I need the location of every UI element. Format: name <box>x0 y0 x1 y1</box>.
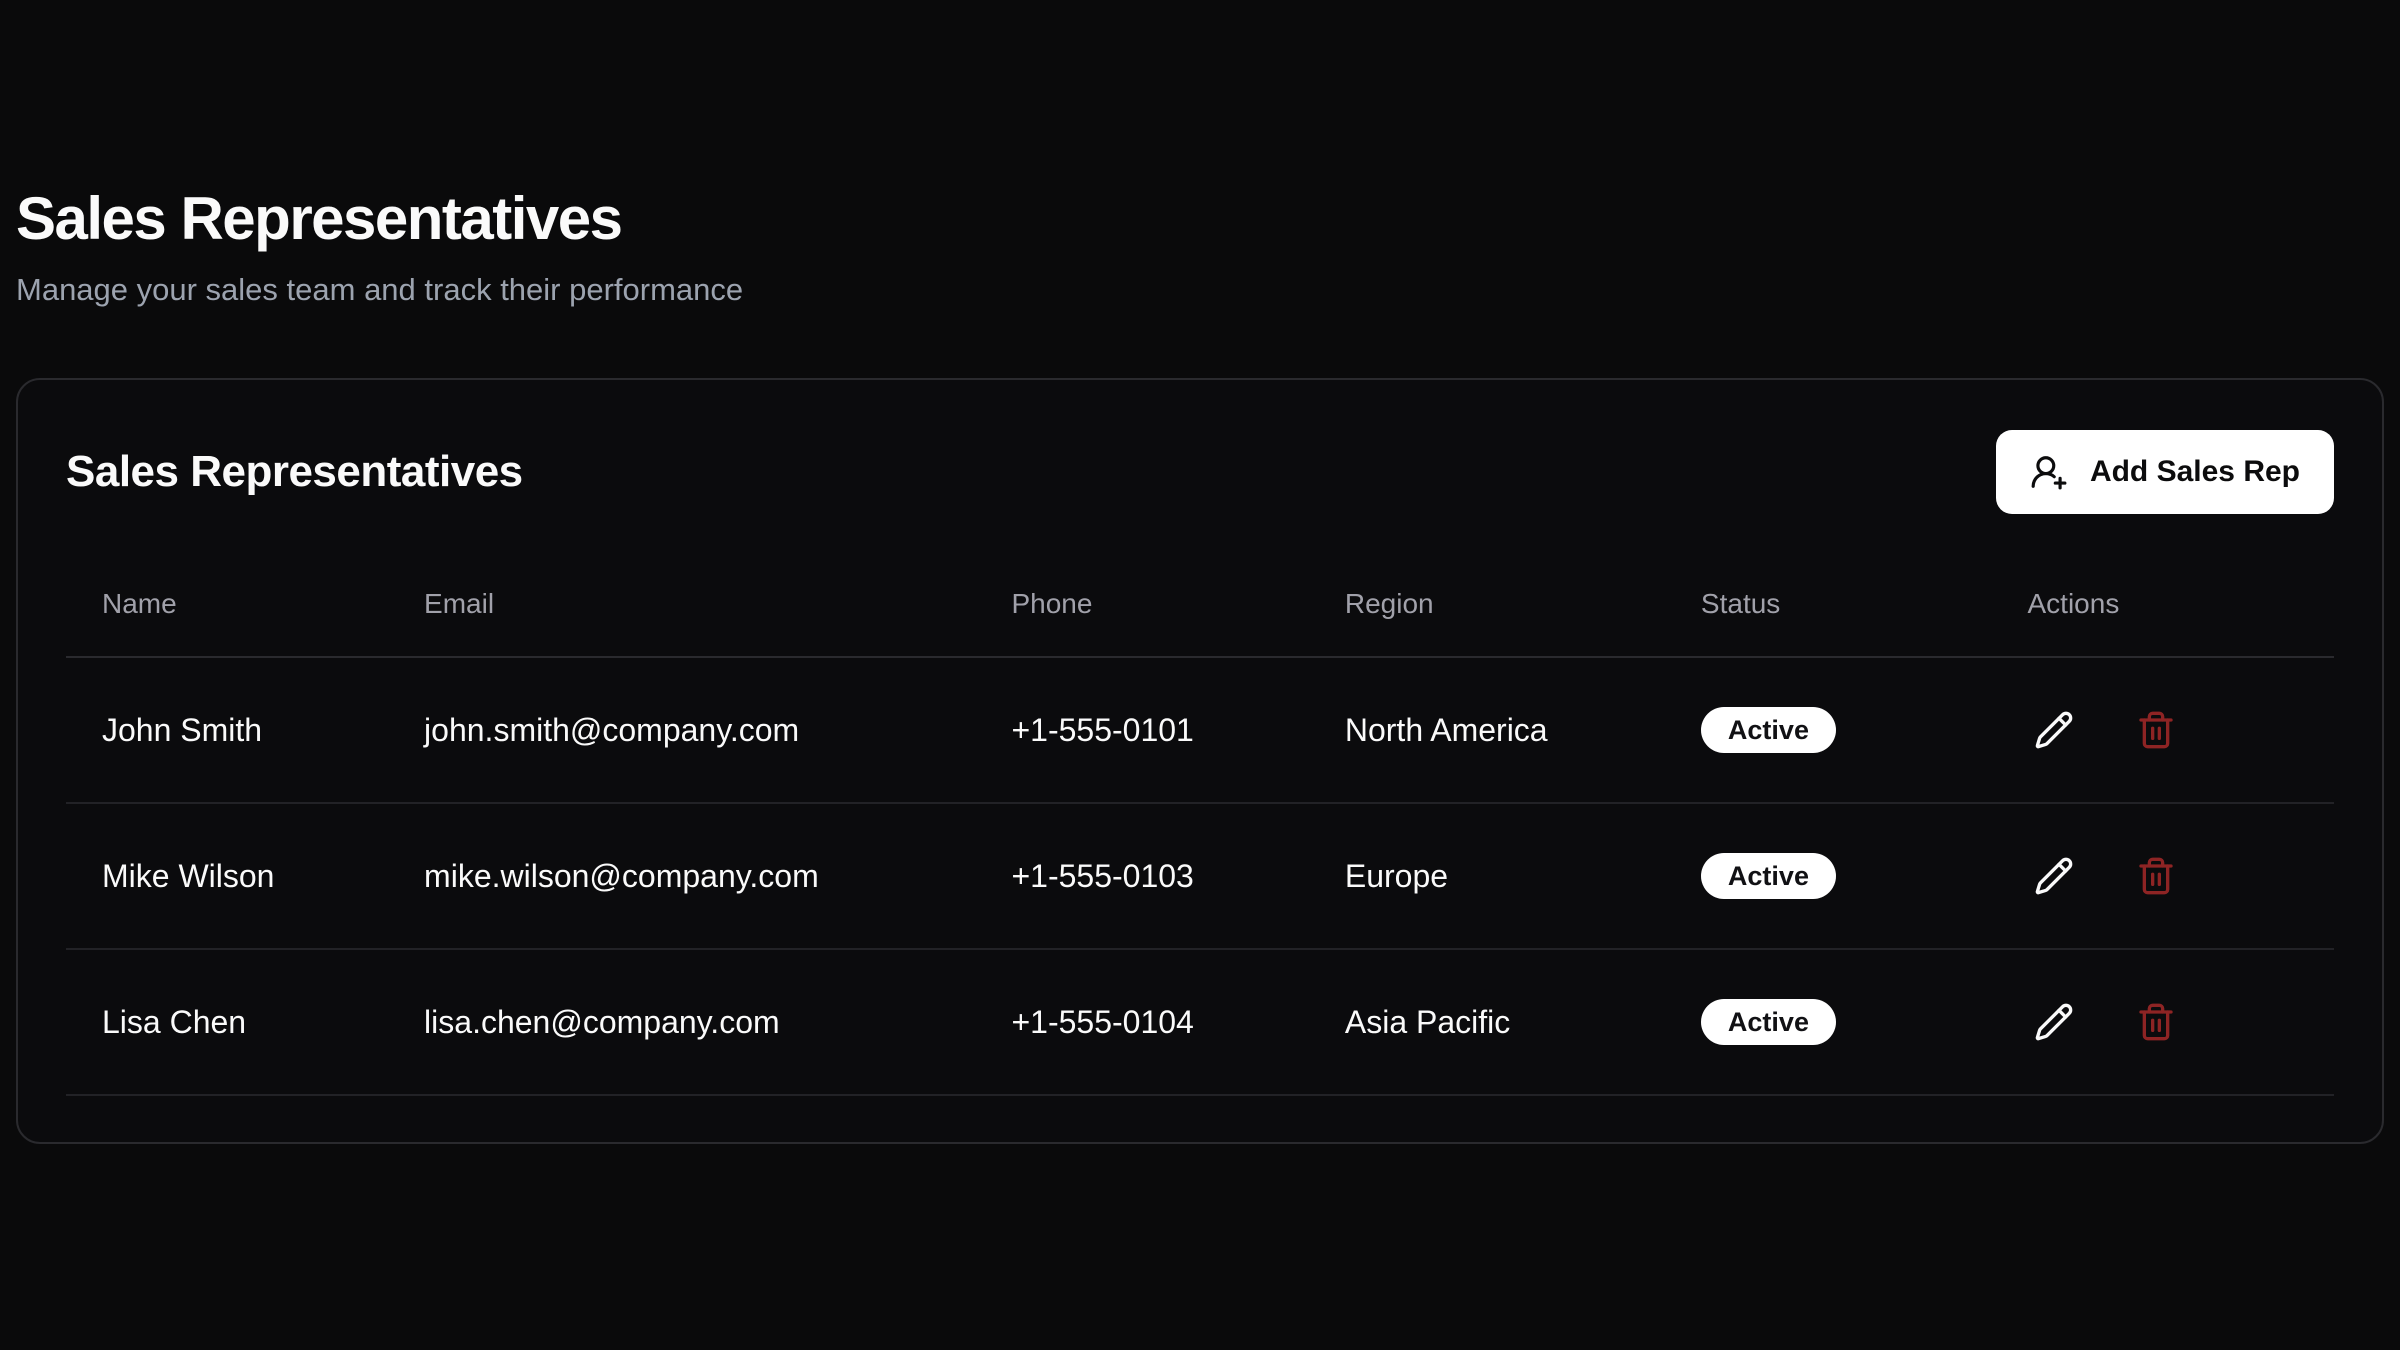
column-header-email: Email <box>388 514 975 657</box>
cell-region: Asia Pacific <box>1309 949 1665 1095</box>
cell-email: lisa.chen@company.com <box>388 949 975 1095</box>
pencil-icon <box>2034 1002 2074 1042</box>
edit-button[interactable] <box>2034 1002 2074 1042</box>
sales-reps-table: Name Email Phone Region Status Actions J… <box>66 514 2334 1096</box>
table-body: John Smith john.smith@company.com +1-555… <box>66 657 2334 1095</box>
trash-icon <box>2136 1002 2176 1042</box>
status-badge: Active <box>1701 707 1836 753</box>
table-row: Mike Wilson mike.wilson@company.com +1-5… <box>66 803 2334 949</box>
cell-name: Mike Wilson <box>66 803 388 949</box>
actions-wrap <box>2028 710 2311 750</box>
page: Sales Representatives Manage your sales … <box>0 0 2400 1144</box>
page-title: Sales Representatives <box>16 186 2384 252</box>
cell-phone: +1-555-0101 <box>975 657 1308 803</box>
actions-wrap <box>2028 1002 2311 1042</box>
table-row: John Smith john.smith@company.com +1-555… <box>66 657 2334 803</box>
cell-status: Active <box>1665 949 1992 1095</box>
cell-status: Active <box>1665 803 1992 949</box>
cell-email: mike.wilson@company.com <box>388 803 975 949</box>
column-header-actions: Actions <box>1992 514 2335 657</box>
cell-name: Lisa Chen <box>66 949 388 1095</box>
column-header-name: Name <box>66 514 388 657</box>
card-header: Sales Representatives Add Sales Rep <box>66 430 2334 514</box>
cell-phone: +1-555-0103 <box>975 803 1308 949</box>
pencil-icon <box>2034 710 2074 750</box>
column-header-status: Status <box>1665 514 1992 657</box>
user-plus-icon <box>2030 453 2068 491</box>
column-header-region: Region <box>1309 514 1665 657</box>
cell-actions <box>1992 803 2335 949</box>
cell-email: john.smith@company.com <box>388 657 975 803</box>
edit-button[interactable] <box>2034 856 2074 896</box>
card-title: Sales Representatives <box>66 447 523 497</box>
delete-button[interactable] <box>2136 856 2176 896</box>
table-row: Lisa Chen lisa.chen@company.com +1-555-0… <box>66 949 2334 1095</box>
trash-icon <box>2136 710 2176 750</box>
cell-name: John Smith <box>66 657 388 803</box>
cell-phone: +1-555-0104 <box>975 949 1308 1095</box>
cell-status: Active <box>1665 657 1992 803</box>
actions-wrap <box>2028 856 2311 896</box>
add-sales-rep-button[interactable]: Add Sales Rep <box>1996 430 2334 514</box>
page-subtitle: Manage your sales team and track their p… <box>16 272 2384 308</box>
trash-icon <box>2136 856 2176 896</box>
column-header-phone: Phone <box>975 514 1308 657</box>
status-badge: Active <box>1701 999 1836 1045</box>
add-sales-rep-label: Add Sales Rep <box>2090 455 2300 489</box>
cell-region: Europe <box>1309 803 1665 949</box>
pencil-icon <box>2034 856 2074 896</box>
edit-button[interactable] <box>2034 710 2074 750</box>
status-badge: Active <box>1701 853 1836 899</box>
cell-region: North America <box>1309 657 1665 803</box>
cell-actions <box>1992 657 2335 803</box>
sales-reps-card: Sales Representatives Add Sales Rep <box>16 378 2384 1144</box>
cell-actions <box>1992 949 2335 1095</box>
delete-button[interactable] <box>2136 710 2176 750</box>
table-header-row: Name Email Phone Region Status Actions <box>66 514 2334 657</box>
delete-button[interactable] <box>2136 1002 2176 1042</box>
